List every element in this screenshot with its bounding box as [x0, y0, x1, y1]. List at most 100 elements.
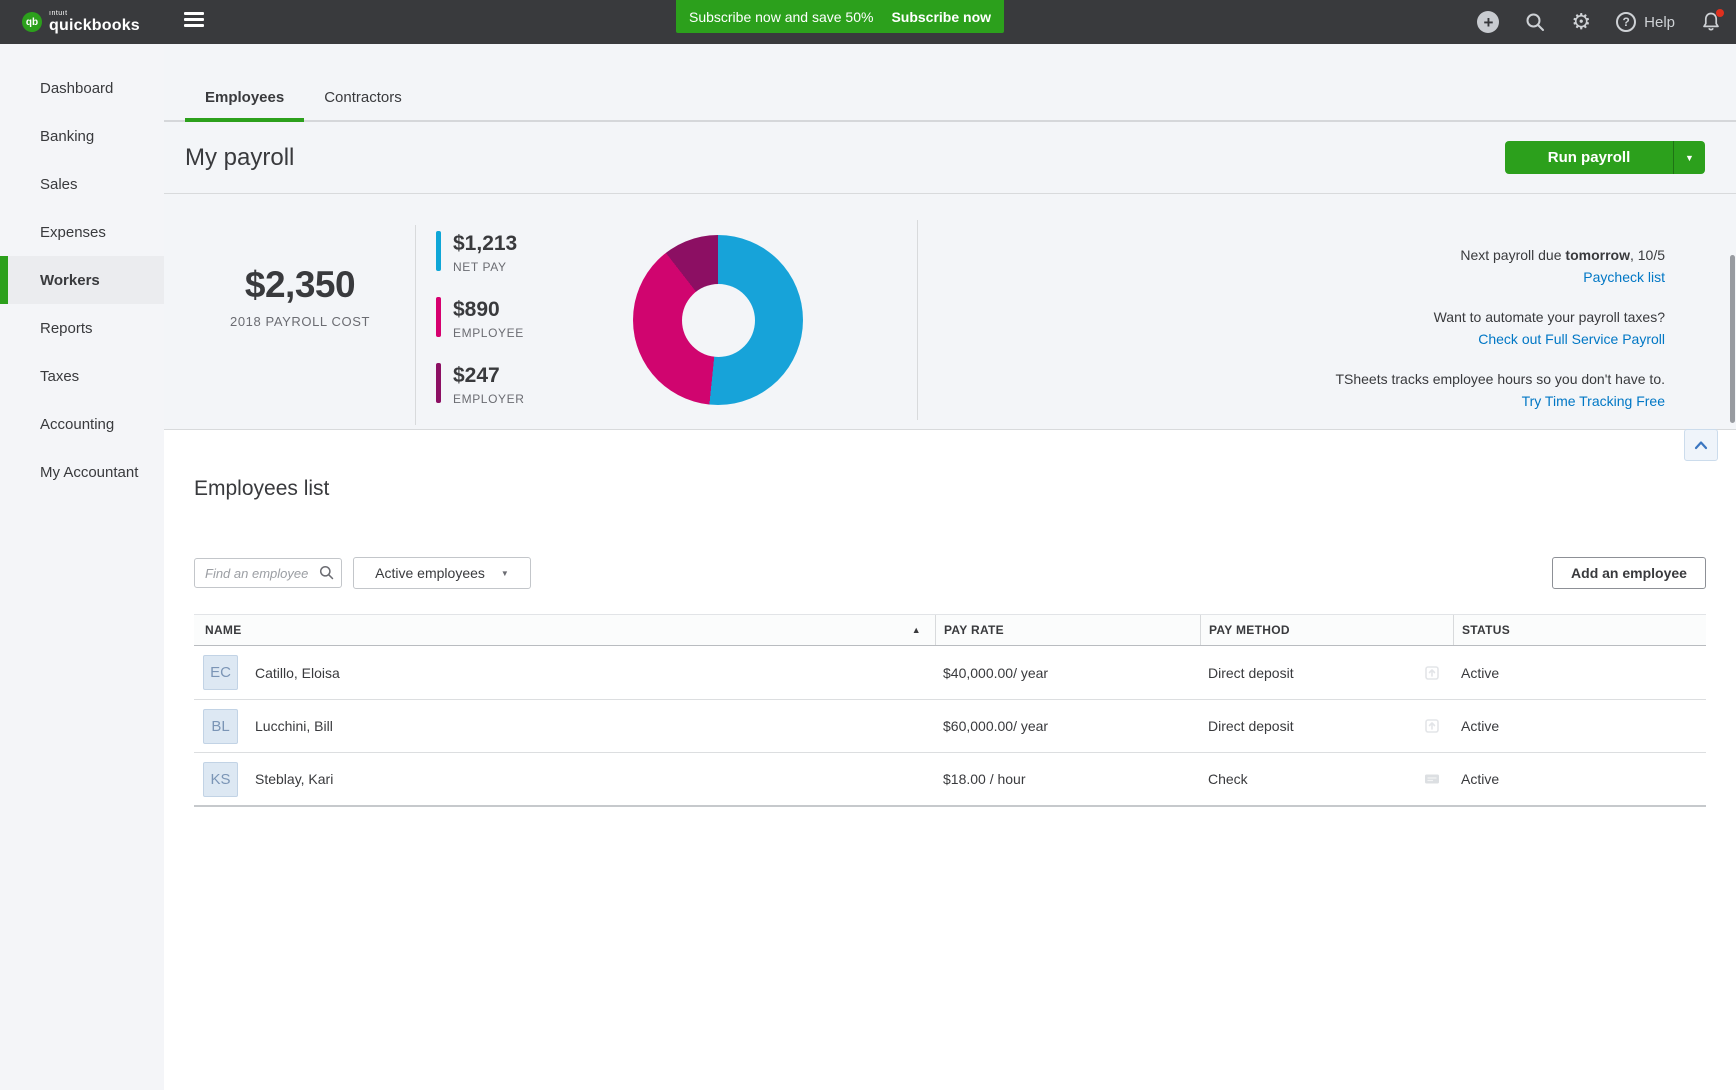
next-payroll-text: Next payroll due tomorrow, 10/5: [954, 244, 1665, 266]
payroll-total: $2,350 2018 PAYROLL COST: [185, 264, 415, 329]
payroll-donut-chart: [633, 235, 803, 405]
employee-name[interactable]: Lucchini, Bill: [255, 718, 333, 734]
table-row[interactable]: EC Catillo, Eloisa $40,000.00/ year Dire…: [194, 646, 1706, 699]
avatar: EC: [203, 655, 238, 690]
sidebar-item-label: My Accountant: [40, 464, 138, 481]
tab-label: Contractors: [324, 89, 402, 106]
stat-employer: $247 EMPLOYER: [436, 363, 525, 406]
pay-method-label: Direct deposit: [1208, 665, 1294, 681]
help-button[interactable]: ? Help: [1616, 12, 1675, 32]
hamburger-menu-icon[interactable]: [184, 12, 204, 31]
notification-dot: [1716, 9, 1724, 17]
direct-deposit-icon: [1423, 664, 1441, 682]
pay-method-label: Check: [1208, 771, 1248, 787]
employee-name[interactable]: Steblay, Kari: [255, 771, 333, 787]
divider: [917, 220, 918, 420]
sidebar-item-sales[interactable]: Sales: [0, 160, 164, 208]
sidebar-item-banking[interactable]: Banking: [0, 112, 164, 160]
employee-filter-dropdown[interactable]: Active employees ▼: [353, 557, 531, 589]
status-cell: Active: [1453, 771, 1706, 787]
sidebar-item-reports[interactable]: Reports: [0, 304, 164, 352]
help-label: Help: [1644, 14, 1675, 31]
table-row[interactable]: KS Steblay, Kari $18.00 / hour Check: [194, 752, 1706, 805]
sidebar-item-label: Dashboard: [40, 80, 113, 97]
employee-search: [194, 558, 342, 588]
pay-method-cell: Direct deposit: [1200, 717, 1453, 735]
create-plus-button[interactable]: +: [1477, 11, 1499, 33]
tab-label: Employees: [205, 89, 284, 106]
avatar: BL: [203, 709, 238, 744]
column-label: STATUS: [1462, 623, 1510, 637]
payroll-stats: $1,213 NET PAY $890 EMPLOYEE: [436, 231, 525, 406]
tab-contractors[interactable]: Contractors: [304, 89, 422, 120]
stat-label: EMPLOYEE: [453, 326, 524, 340]
pay-rate-cell: $40,000.00/ year: [935, 665, 1200, 681]
stat-net-pay: $1,213 NET PAY: [436, 231, 525, 274]
brand-text: ıntuıt quickbooks: [49, 10, 140, 34]
avatar: KS: [203, 762, 238, 797]
plus-icon: +: [1477, 11, 1499, 33]
full-service-payroll-link[interactable]: Check out Full Service Payroll: [1478, 331, 1665, 347]
employees-list-heading: Employees list: [194, 477, 1706, 501]
topbar: qb ıntuıt quickbooks Subscribe now and s…: [0, 0, 1736, 44]
scrollbar-thumb[interactable]: [1730, 255, 1735, 423]
stat-value: $1,213: [453, 233, 517, 254]
pay-method-cell: Direct deposit: [1200, 664, 1453, 682]
main-content: Employees Contractors My payroll Run pay…: [164, 44, 1736, 1090]
tsheets-notice: TSheets tracks employee hours so you don…: [954, 368, 1665, 412]
sidebar-item-dashboard[interactable]: Dashboard: [0, 64, 164, 112]
payroll-summary: $2,350 2018 PAYROLL COST $1,213 NET PAY: [164, 194, 1736, 430]
column-header-pay-rate[interactable]: PAY RATE: [935, 615, 1200, 645]
sidebar-nav: Dashboard Banking Sales Expenses Workers…: [0, 44, 164, 1090]
sidebar-item-taxes[interactable]: Taxes: [0, 352, 164, 400]
caret-down-icon: ▼: [1685, 153, 1694, 163]
employees-controls: Active employees ▼ Add an employee: [194, 557, 1706, 589]
search-icon: [1524, 11, 1546, 33]
quickbooks-logo[interactable]: qb ıntuıt quickbooks: [22, 10, 140, 34]
sort-ascending-icon[interactable]: ▲: [912, 625, 935, 635]
collapse-summary-button[interactable]: [1684, 429, 1718, 461]
pay-rate-cell: $60,000.00/ year: [935, 718, 1200, 734]
status-cell: Active: [1453, 665, 1706, 681]
subscribe-banner[interactable]: Subscribe now and save 50% Subscribe now: [676, 0, 1004, 33]
column-header-status[interactable]: STATUS: [1453, 615, 1706, 645]
employees-table: NAME ▲ PAY RATE PAY METHOD STATUS EC Cat…: [194, 614, 1706, 807]
stat-employee: $890 EMPLOYEE: [436, 297, 525, 340]
settings-button[interactable]: ⚙: [1571, 11, 1591, 33]
pay-method-cell: Check: [1200, 770, 1453, 788]
stat-color-bar: [436, 231, 441, 271]
status-cell: Active: [1453, 718, 1706, 734]
stat-value: $890: [453, 299, 524, 320]
notifications-button[interactable]: [1700, 11, 1722, 33]
workers-tabs: Employees Contractors: [164, 44, 1736, 122]
page-title: My payroll: [185, 144, 294, 172]
run-payroll-button[interactable]: Run payroll ▼: [1505, 141, 1705, 174]
automate-taxes-text: Want to automate your payroll taxes?: [954, 306, 1665, 328]
sidebar-item-my-accountant[interactable]: My Accountant: [0, 448, 164, 496]
direct-deposit-icon: [1423, 717, 1441, 735]
table-row[interactable]: BL Lucchini, Bill $60,000.00/ year Direc…: [194, 699, 1706, 752]
stat-color-bar: [436, 297, 441, 337]
banner-message: Subscribe now and save 50%: [689, 9, 873, 25]
chevron-up-icon: [1693, 439, 1709, 451]
time-tracking-link[interactable]: Try Time Tracking Free: [1522, 393, 1665, 409]
add-employee-label: Add an employee: [1571, 565, 1687, 581]
gear-icon: ⚙: [1571, 11, 1591, 33]
sidebar-item-workers[interactable]: Workers: [0, 256, 164, 304]
employee-name[interactable]: Catillo, Eloisa: [255, 665, 340, 681]
intuit-wordmark: ıntuıt: [49, 10, 140, 17]
sidebar-item-label: Banking: [40, 128, 94, 145]
subscribe-now-button[interactable]: Subscribe now: [891, 9, 991, 25]
run-payroll-dropdown[interactable]: ▼: [1673, 141, 1705, 174]
employees-list-section: Employees list Active employees ▼: [164, 430, 1736, 1090]
sidebar-item-expenses[interactable]: Expenses: [0, 208, 164, 256]
tab-employees[interactable]: Employees: [185, 89, 304, 120]
search-button[interactable]: [1524, 11, 1546, 33]
paycheck-list-link[interactable]: Paycheck list: [1583, 269, 1665, 285]
column-header-name[interactable]: NAME ▲: [194, 615, 935, 645]
add-employee-button[interactable]: Add an employee: [1552, 557, 1706, 589]
sidebar-item-label: Sales: [40, 176, 78, 193]
sidebar-item-accounting[interactable]: Accounting: [0, 400, 164, 448]
column-header-pay-method[interactable]: PAY METHOD: [1200, 615, 1453, 645]
payroll-total-label: 2018 PAYROLL COST: [185, 314, 415, 329]
